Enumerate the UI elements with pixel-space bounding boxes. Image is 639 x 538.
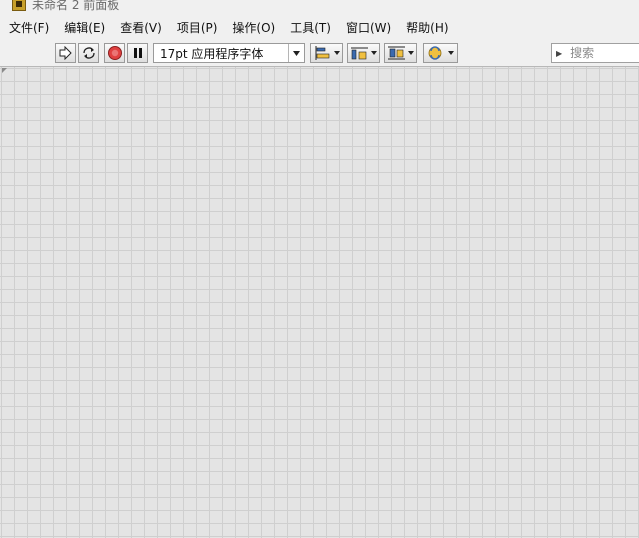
search-input[interactable] <box>570 46 639 60</box>
menu-tools[interactable]: 工具(T) <box>290 19 331 36</box>
align-objects-button[interactable] <box>310 43 343 63</box>
menu-bar: 文件(F) 编辑(E) 查看(V) 项目(P) 操作(O) 工具(T) 窗口(W… <box>0 17 639 38</box>
run-arrow-icon <box>59 46 72 60</box>
run-button[interactable] <box>55 43 76 63</box>
window-title: 未命名 2 前面板 <box>32 0 120 12</box>
front-panel-canvas[interactable] <box>0 66 639 538</box>
run-continuously-button[interactable] <box>78 43 99 63</box>
align-objects-icon <box>315 46 340 60</box>
resize-objects-icon <box>387 46 414 60</box>
search-expand-icon[interactable]: ▶ <box>556 49 562 58</box>
font-selector-label: 17pt 应用程序字体 <box>160 46 264 61</box>
pause-icon <box>133 48 142 58</box>
menu-window[interactable]: 窗口(W) <box>346 19 391 36</box>
reorder-button[interactable] <box>423 43 458 63</box>
title-bar: 未命名 2 前面板 <box>0 0 639 14</box>
menu-file[interactable]: 文件(F) <box>9 19 49 36</box>
menu-help[interactable]: 帮助(H) <box>406 19 448 36</box>
reorder-icon <box>428 46 454 60</box>
labview-app-icon <box>12 0 26 11</box>
menu-operate[interactable]: 操作(O) <box>232 19 275 36</box>
font-selector[interactable]: 17pt 应用程序字体 <box>153 43 305 63</box>
distribute-objects-icon <box>350 47 377 60</box>
search-box[interactable]: ▶ <box>551 43 639 63</box>
menu-project[interactable]: 项目(P) <box>177 19 218 36</box>
menu-view[interactable]: 查看(V) <box>120 19 162 36</box>
chevron-down-icon <box>288 44 304 62</box>
panel-origin-marker <box>2 68 7 73</box>
abort-button[interactable] <box>104 43 125 63</box>
toolbar: 17pt 应用程序字体 ▶ 搜索 <box>0 40 639 66</box>
run-continuously-icon <box>82 47 95 59</box>
abort-icon <box>107 46 122 60</box>
resize-objects-button[interactable] <box>384 43 417 63</box>
menu-edit[interactable]: 编辑(E) <box>64 19 105 36</box>
pause-button[interactable] <box>127 43 148 63</box>
distribute-objects-button[interactable] <box>347 43 380 63</box>
